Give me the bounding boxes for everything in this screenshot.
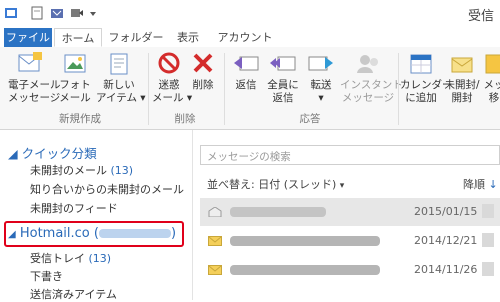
window-title: 受信	[467, 9, 494, 24]
tab-home[interactable]: ホーム	[54, 28, 102, 47]
ribbon: 電子メール メッセージ フォト メール 新しい アイテム ▾ 新規作成 迷惑 メ…	[0, 47, 500, 130]
move-button[interactable]: メッ 移	[482, 51, 500, 105]
photo-mail-button[interactable]: フォト メール	[58, 51, 92, 105]
reply-icon	[234, 56, 259, 71]
new-email-icon	[18, 52, 42, 72]
collapse-triangle-icon[interactable]: ◢	[8, 229, 16, 240]
new-items-button[interactable]: 新しい アイテム ▾	[96, 51, 146, 105]
flag-icon[interactable]	[482, 204, 494, 218]
nav-item-unread-feeds[interactable]: 未開封のフィード	[30, 200, 118, 216]
instant-message-icon	[357, 55, 378, 73]
calendar-icon	[410, 54, 432, 74]
outlook-app-icon[interactable]	[4, 6, 18, 20]
arrow-down-icon: ↓	[488, 178, 498, 191]
flag-icon[interactable]	[482, 233, 494, 247]
junk-icon	[158, 52, 180, 74]
junk-button[interactable]: 迷惑 メール ▾	[152, 51, 192, 105]
quick-views-header[interactable]: ◢ クイック分類	[8, 143, 97, 162]
move-icon	[485, 54, 500, 74]
message-row[interactable]: 2015/01/15	[200, 198, 500, 226]
group-separator	[224, 53, 225, 125]
reply-button[interactable]: 返信	[230, 51, 262, 92]
tab-account[interactable]: アカウント	[214, 28, 276, 47]
new-item-icon[interactable]	[30, 6, 44, 20]
chevron-down-icon: ▾	[339, 181, 345, 191]
unread-read-icon	[451, 57, 473, 73]
sort-dropdown[interactable]: 並べ替え: 日付 (スレッド) ▾	[207, 176, 344, 192]
instant-message-button[interactable]: インスタント メッセージ	[340, 51, 403, 105]
group-label-new: 新規作成	[59, 113, 101, 125]
message-row[interactable]: 2014/12/21	[200, 227, 500, 255]
send-receive-icon[interactable]	[70, 6, 84, 20]
message-row[interactable]: 2014/11/26	[200, 256, 500, 284]
delete-icon	[193, 53, 213, 73]
add-to-calendar-button[interactable]: カレンダー に追加	[400, 51, 453, 105]
account-header[interactable]: ◢ Hotmail.co ()	[8, 226, 176, 241]
customize-qat-icon[interactable]	[88, 6, 98, 20]
blurred-subject	[230, 265, 380, 275]
delete-button[interactable]: 削除	[188, 51, 218, 92]
photo-mail-icon	[64, 54, 86, 73]
reply-all-icon	[270, 56, 296, 71]
unread-envelope-icon	[208, 236, 222, 246]
unread-read-button[interactable]: 未開封/ 開封	[444, 51, 480, 105]
blurred-account-name	[98, 229, 171, 238]
nav-item-unread[interactable]: 未開封のメール (13)	[30, 162, 133, 178]
forward-button[interactable]: 転送 ▾	[304, 51, 338, 105]
group-separator	[148, 53, 149, 125]
new-items-icon	[110, 53, 128, 75]
sort-order-toggle[interactable]: 降順 ↓	[463, 176, 498, 192]
ribbon-tabs: ファイル ホーム フォルダー 表示 アカウント	[0, 28, 500, 48]
group-separator	[398, 53, 399, 125]
title-bar: 受信	[0, 0, 500, 28]
collapse-triangle-icon[interactable]: ◢	[8, 146, 18, 161]
reply-all-button[interactable]: 全員に 返信	[264, 51, 302, 105]
new-email-button[interactable]: 電子メール メッセージ	[8, 51, 61, 105]
search-input[interactable]: メッセージの検索	[200, 145, 500, 165]
nav-item-contacts-unread[interactable]: 知り合いからの未開封のメール	[30, 181, 184, 197]
group-label-delete: 削除	[174, 113, 196, 125]
forward-icon	[308, 56, 333, 71]
nav-item-inbox[interactable]: 受信トレイ (13)	[30, 250, 111, 266]
undo-icon[interactable]	[50, 6, 64, 20]
read-envelope-icon	[208, 207, 222, 217]
blurred-subject	[230, 236, 380, 246]
unread-envelope-icon	[208, 265, 222, 275]
blurred-subject	[230, 207, 326, 217]
tab-view[interactable]: 表示	[168, 28, 208, 47]
flag-icon[interactable]	[482, 262, 494, 276]
tab-folder[interactable]: フォルダー	[108, 28, 164, 47]
tab-file[interactable]: ファイル	[4, 28, 52, 47]
group-label-respond: 応答	[299, 113, 321, 125]
nav-item-drafts[interactable]: 下書き	[30, 268, 63, 284]
